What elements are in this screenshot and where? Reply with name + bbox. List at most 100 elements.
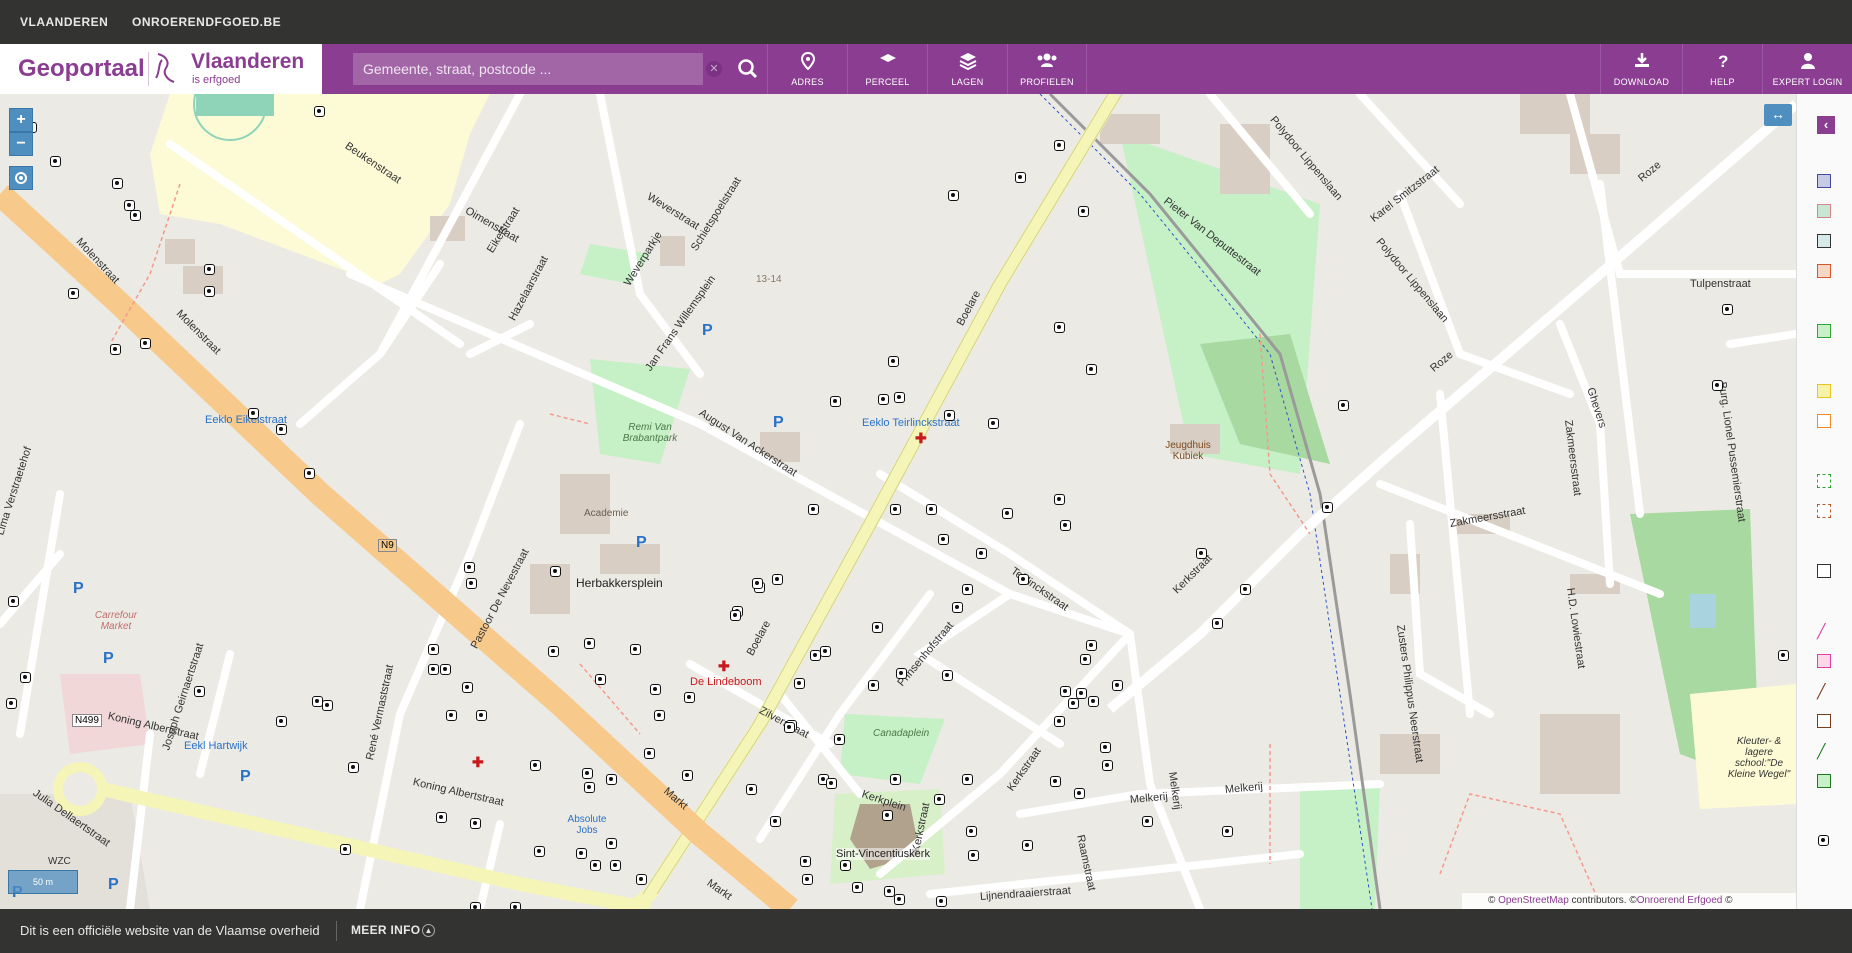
heritage-photo-marker[interactable]	[1338, 400, 1349, 411]
heritage-photo-marker[interactable]	[550, 566, 561, 577]
heritage-photo-marker[interactable]	[595, 674, 606, 685]
heritage-photo-marker[interactable]	[682, 770, 693, 781]
heritage-photo-marker[interactable]	[942, 670, 953, 681]
pink-line-layer-icon[interactable]: ╱	[1817, 624, 1831, 638]
heritage-photo-marker[interactable]	[868, 680, 879, 691]
camera-layer-icon[interactable]	[1817, 834, 1831, 848]
heritage-photo-marker[interactable]	[276, 424, 287, 435]
heritage-photo-marker[interactable]	[962, 774, 973, 785]
collapse-panel-button[interactable]: ‹	[1817, 116, 1835, 134]
heritage-photo-marker[interactable]	[808, 504, 819, 515]
heritage-photo-marker[interactable]	[470, 818, 481, 829]
brown-area-layer-icon[interactable]	[1817, 714, 1831, 728]
heritage-photo-marker[interactable]	[820, 646, 831, 657]
brown-line-layer-icon[interactable]: ╱	[1817, 684, 1831, 698]
heritage-photo-marker[interactable]	[466, 578, 477, 589]
heritage-photo-marker[interactable]	[530, 760, 541, 771]
heritage-photo-marker[interactable]	[1722, 304, 1733, 315]
heritage-photo-marker[interactable]	[650, 684, 661, 695]
vlaanderen-link[interactable]: VLAANDEREN	[20, 15, 108, 29]
heritage-photo-marker[interactable]	[582, 768, 593, 779]
heritage-photo-marker[interactable]	[462, 682, 473, 693]
heritage-photo-marker[interactable]	[730, 610, 741, 621]
heritage-photo-marker[interactable]	[684, 692, 695, 703]
heritage-photo-marker[interactable]	[826, 778, 837, 789]
heritage-photo-marker[interactable]	[464, 562, 475, 573]
heritage-photo-marker[interactable]	[584, 782, 595, 793]
map-canvas[interactable]: Beukenstraat Eikelstraat Oimenstraat Mol…	[0, 94, 1796, 909]
heritage-photo-marker[interactable]	[894, 894, 905, 905]
heritage-photo-marker[interactable]	[968, 850, 979, 861]
perceel-button[interactable]: PERCEEL	[847, 44, 927, 94]
heritage-photo-marker[interactable]	[428, 644, 439, 655]
heritage-photo-marker[interactable]	[784, 722, 795, 733]
heritage-photo-marker[interactable]	[276, 716, 287, 727]
lagen-button[interactable]: LAGEN	[927, 44, 1007, 94]
heritage-photo-marker[interactable]	[926, 504, 937, 515]
heritage-photo-marker[interactable]	[890, 504, 901, 515]
heritage-photo-marker[interactable]	[1060, 520, 1071, 531]
more-info-link[interactable]: MEER INFO	[351, 923, 420, 937]
heritage-photo-marker[interactable]	[204, 264, 215, 275]
orange-layer-icon[interactable]	[1817, 264, 1831, 278]
heritage-photo-marker[interactable]	[1212, 618, 1223, 629]
heritage-photo-marker[interactable]	[1240, 584, 1251, 595]
heritage-photo-marker[interactable]	[314, 106, 325, 117]
heritage-photo-marker[interactable]	[248, 408, 259, 419]
search-button[interactable]	[733, 53, 763, 85]
heritage-photo-marker[interactable]	[630, 644, 641, 655]
heritage-photo-marker[interactable]	[834, 734, 845, 745]
heritage-photo-marker[interactable]	[1054, 716, 1065, 727]
green-line-layer-icon[interactable]: ╱	[1817, 744, 1831, 758]
heritage-photo-marker[interactable]	[1015, 172, 1026, 183]
heritage-photo-marker[interactable]	[988, 418, 999, 429]
heritage-photo-marker[interactable]	[938, 534, 949, 545]
heritage-photo-marker[interactable]	[476, 710, 487, 721]
heritage-photo-marker[interactable]	[1054, 140, 1065, 151]
heritage-photo-marker[interactable]	[6, 698, 17, 709]
heritage-photo-marker[interactable]	[802, 874, 813, 885]
heritage-photo-marker[interactable]	[1068, 698, 1079, 709]
heritage-photo-marker[interactable]	[548, 646, 559, 657]
heritage-photo-marker[interactable]	[428, 664, 439, 675]
heritage-photo-marker[interactable]	[1142, 816, 1153, 827]
heritage-photo-marker[interactable]	[1078, 206, 1089, 217]
heritage-photo-marker[interactable]	[590, 860, 601, 871]
heritage-photo-marker[interactable]	[304, 468, 315, 479]
heritage-photo-marker[interactable]	[1322, 502, 1333, 513]
heritage-photo-marker[interactable]	[1076, 688, 1087, 699]
heritage-photo-marker[interactable]	[440, 664, 451, 675]
chevron-up-icon[interactable]: ▲	[422, 924, 435, 937]
heritage-photo-marker[interactable]	[1022, 840, 1033, 851]
green-layer-icon[interactable]	[1817, 324, 1831, 338]
heritage-photo-marker[interactable]	[1222, 826, 1233, 837]
expert-login-button[interactable]: EXPERT LOGIN	[1762, 44, 1852, 94]
heritage-photo-marker[interactable]	[830, 396, 841, 407]
heritage-photo-marker[interactable]	[140, 338, 151, 349]
heritage-photo-marker[interactable]	[470, 902, 481, 909]
heritage-photo-marker[interactable]	[966, 826, 977, 837]
oe-link[interactable]: Onroerend Erfgoed	[1637, 895, 1723, 906]
heritage-photo-marker[interactable]	[878, 394, 889, 405]
heritage-photo-marker[interactable]	[1002, 508, 1013, 519]
black-outline-layer-icon[interactable]	[1817, 564, 1831, 578]
heritage-photo-marker[interactable]	[644, 748, 655, 759]
heritage-photo-marker[interactable]	[348, 762, 359, 773]
profielen-button[interactable]: PROFIELEN	[1007, 44, 1087, 94]
heritage-photo-marker[interactable]	[1088, 696, 1099, 707]
heritage-photo-marker[interactable]	[340, 844, 351, 855]
heritage-photo-marker[interactable]	[1712, 380, 1723, 391]
locate-button[interactable]	[9, 166, 33, 190]
heritage-photo-marker[interactable]	[510, 902, 521, 909]
heritage-photo-marker[interactable]	[840, 860, 851, 871]
yellow-layer-icon[interactable]	[1817, 384, 1831, 398]
heritage-photo-marker[interactable]	[50, 156, 61, 167]
expand-map-button[interactable]: ↔	[1764, 104, 1792, 126]
heritage-photo-marker[interactable]	[534, 846, 545, 857]
osm-link[interactable]: OpenStreetMap	[1498, 895, 1569, 906]
heritage-photo-marker[interactable]	[948, 190, 959, 201]
hatched-layer-icon[interactable]	[1817, 234, 1831, 248]
heritage-photo-marker[interactable]	[976, 548, 987, 559]
download-button[interactable]: DOWNLOAD	[1600, 44, 1682, 94]
heritage-photo-marker[interactable]	[1196, 548, 1207, 559]
